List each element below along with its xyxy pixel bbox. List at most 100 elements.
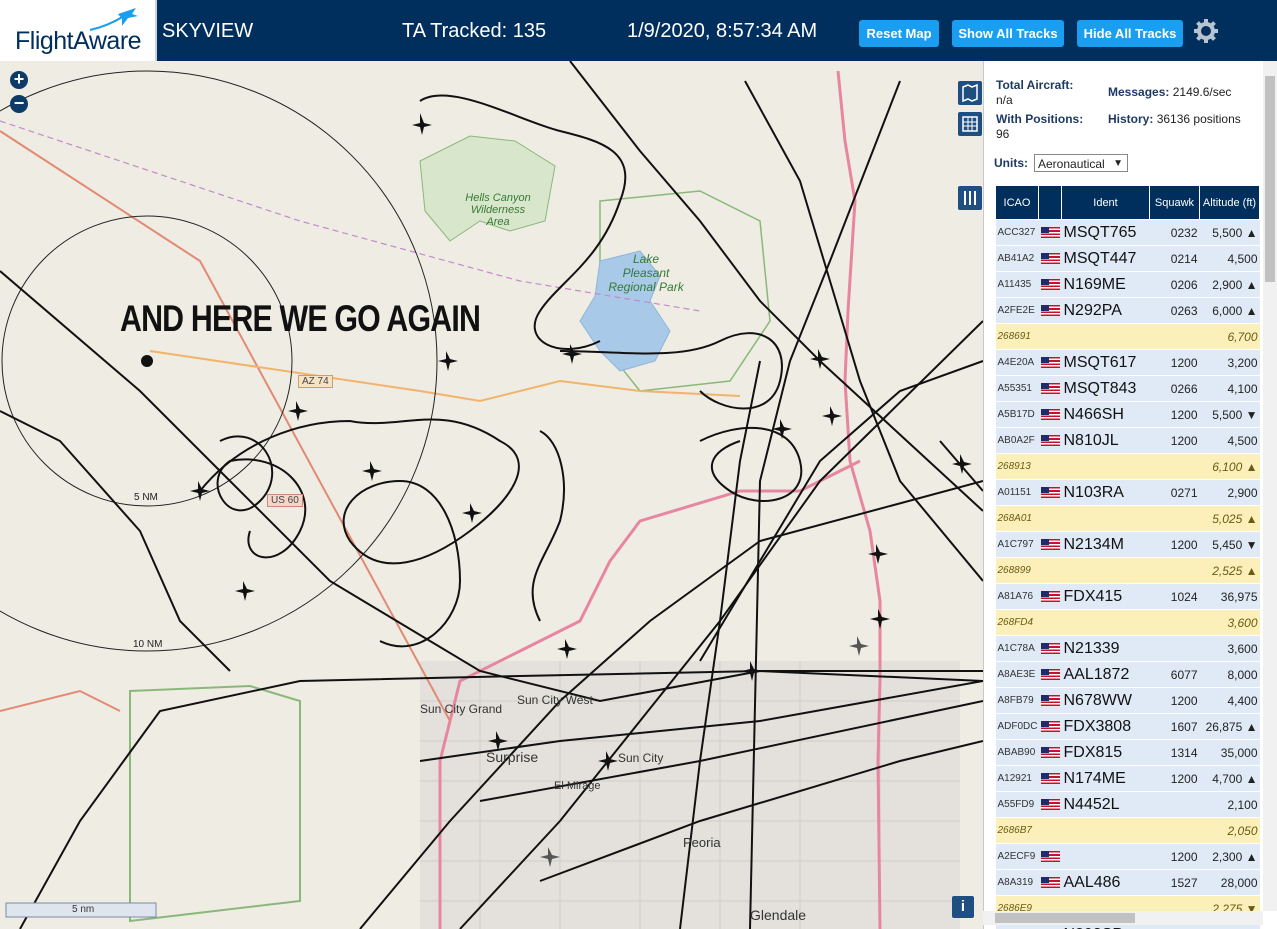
town-label: El Mirage [554,780,601,792]
flag-cell [1038,713,1062,740]
vertical-scrollbar-thumb[interactable] [1265,76,1275,282]
flag-cell [1038,219,1062,246]
flag-cell [1038,245,1062,272]
map-view[interactable]: AND HERE WE GO AGAIN 5 NM 10 NM 5 nm AZ … [0,61,983,929]
ident-cell: N21339 [1061,635,1150,662]
altitude-cell: 4,100 [1199,375,1260,402]
show-all-tracks-button[interactable]: Show All Tracks [952,20,1064,47]
squawk-cell: 1200 [1149,401,1200,428]
table-row[interactable]: A8AE3E AAL1872 6077 8,000 [995,661,1260,688]
table-row[interactable]: A2FE2E N292PA 0263 6,000 ▲ [995,297,1260,324]
icao-cell: 268899 [995,557,1039,584]
ident-cell: AAL1872 [1061,661,1150,688]
us-flag-icon [1040,695,1060,707]
icao-cell: 268A01 [995,505,1039,532]
column-header-flag[interactable] [1038,185,1062,220]
town-label: Sun City [618,751,664,765]
icao-cell: A11435 [995,271,1039,298]
icao-cell: A8FB79 [995,687,1039,714]
range-ring-10nm-label: 10 NM [133,639,163,650]
table-row[interactable]: A01151 N103RA 0271 2,900 [995,479,1260,506]
altitude-cell: 35,000 [1199,739,1260,766]
flag-cell [1038,453,1062,480]
flag-cell [1038,531,1062,558]
table-row[interactable]: A81A76 FDX415 1024 36,975 [995,583,1260,610]
flag-cell [1038,739,1062,766]
us-flag-icon [1040,669,1060,681]
icao-cell: A1C78A [995,635,1039,662]
squawk-cell: 1527 [1149,869,1200,896]
hide-all-tracks-button[interactable]: Hide All Tracks [1077,20,1183,47]
park-boundary [129,684,301,923]
ident-cell: N292PA [1061,297,1150,324]
zoom-in-button[interactable]: + [10,70,28,89]
table-row[interactable]: A1C78A N21339 3,600 [995,635,1260,662]
units-select[interactable]: Aeronautical ▼ [1034,154,1128,172]
flag-cell [1038,505,1062,532]
flightaware-logo[interactable]: FlightAware [0,0,157,61]
squawk-cell: 1200 [1149,687,1200,714]
table-row[interactable]: A8A319 AAL486 1527 28,000 [995,869,1260,896]
table-row[interactable]: ACC327 MSQT765 0232 5,500 ▲ [995,219,1260,246]
altitude-cell: 4,400 [1199,687,1260,714]
horizontal-scrollbar-thumb[interactable] [995,913,1135,923]
table-row[interactable]: 2686B7 2,050 [995,817,1260,844]
table-row[interactable]: 268913 6,100 ▲ [995,453,1260,480]
ident-cell: MSQT617 [1061,349,1150,376]
icao-cell: A2ECF9 [995,843,1039,870]
squawk-cell [1149,557,1200,584]
zoom-out-button[interactable]: − [10,94,28,113]
column-header-squawk[interactable]: Squawk [1149,185,1200,220]
table-row[interactable]: A55FD9 N4452L 2,100 [995,791,1260,818]
table-row[interactable]: AB0A2F N810JL 1200 4,500 [995,427,1260,454]
icao-cell: 268691 [995,323,1039,350]
total-aircraft-label: Total Aircraft: [996,78,1074,92]
altitude-cell: 6,000 ▲ [1199,297,1260,324]
squawk-cell: 1607 [1149,713,1200,740]
column-header-altitude[interactable]: Altitude (ft) [1199,185,1260,220]
town-label: Sun City Grand [420,702,503,716]
table-row[interactable]: 268691 6,700 [995,323,1260,350]
table-row[interactable]: A11435 N169ME 0206 2,900 ▲ [995,271,1260,298]
ident-cell [1061,323,1150,350]
flag-cell [1038,817,1062,844]
grid-toggle-button[interactable] [958,112,982,136]
altitude-cell: 5,500 ▲ [1199,219,1260,246]
squawk-cell: 0206 [1149,271,1200,298]
table-row[interactable]: 268899 2,525 ▲ [995,557,1260,584]
column-header-ident[interactable]: Ident [1061,185,1150,220]
squawk-cell: 6077 [1149,661,1200,688]
gear-icon[interactable] [1193,18,1219,44]
table-row[interactable]: A12921 N174ME 1200 4,700 ▲ [995,765,1260,792]
table-row[interactable]: A2ECF9 1200 2,300 ▲ [995,843,1260,870]
table-row[interactable]: ADF0DC FDX3808 1607 26,875 ▲ [995,713,1260,740]
squawk-cell [1149,817,1200,844]
icao-cell: A55FD9 [995,791,1039,818]
map-layer-button[interactable] [958,81,982,105]
altitude-cell: 3,200 [1199,349,1260,376]
squawk-cell: 1200 [1149,765,1200,792]
table-row[interactable]: A55351 MSQT843 0266 4,100 [995,375,1260,402]
table-row[interactable]: 268A01 5,025 ▲ [995,505,1260,532]
ident-cell: N169ME [1061,271,1150,298]
table-row[interactable]: A4E20A MSQT617 1200 3,200 [995,349,1260,376]
aircraft-panel: Total Aircraft: n/a With Positions: 96 M… [983,61,1277,929]
altitude-cell: 3,600 [1199,635,1260,662]
panel-toggle-button[interactable] [958,186,982,210]
reset-map-button[interactable]: Reset Map [859,20,939,47]
table-row[interactable]: 268FD4 3,600 [995,609,1260,636]
table-row[interactable]: AB41A2 MSQT447 0214 4,500 [995,245,1260,272]
altitude-cell: 26,875 ▲ [1199,713,1260,740]
table-row[interactable]: ABAB90 FDX815 1314 35,000 [995,739,1260,766]
altitude-cell: 4,500 [1199,427,1260,454]
table-row[interactable]: A1C797 N2134M 1200 5,450 ▼ [995,531,1260,558]
info-button[interactable]: i [952,896,974,918]
with-positions-value: 96 [996,127,1010,141]
squawk-cell: 0232 [1149,219,1200,246]
table-row[interactable]: A8FB79 N678WW 1200 4,400 [995,687,1260,714]
table-row[interactable]: A5B17D N466SH 1200 5,500 ▼ [995,401,1260,428]
column-header-icao[interactable]: ICAO [995,185,1039,220]
aircraft-table-body: ACC327 MSQT765 0232 5,500 ▲ AB41A2 MSQT447 021… [995,219,1260,929]
icao-cell: A4E20A [995,349,1039,376]
altitude-cell: 5,450 ▼ [1199,531,1260,558]
